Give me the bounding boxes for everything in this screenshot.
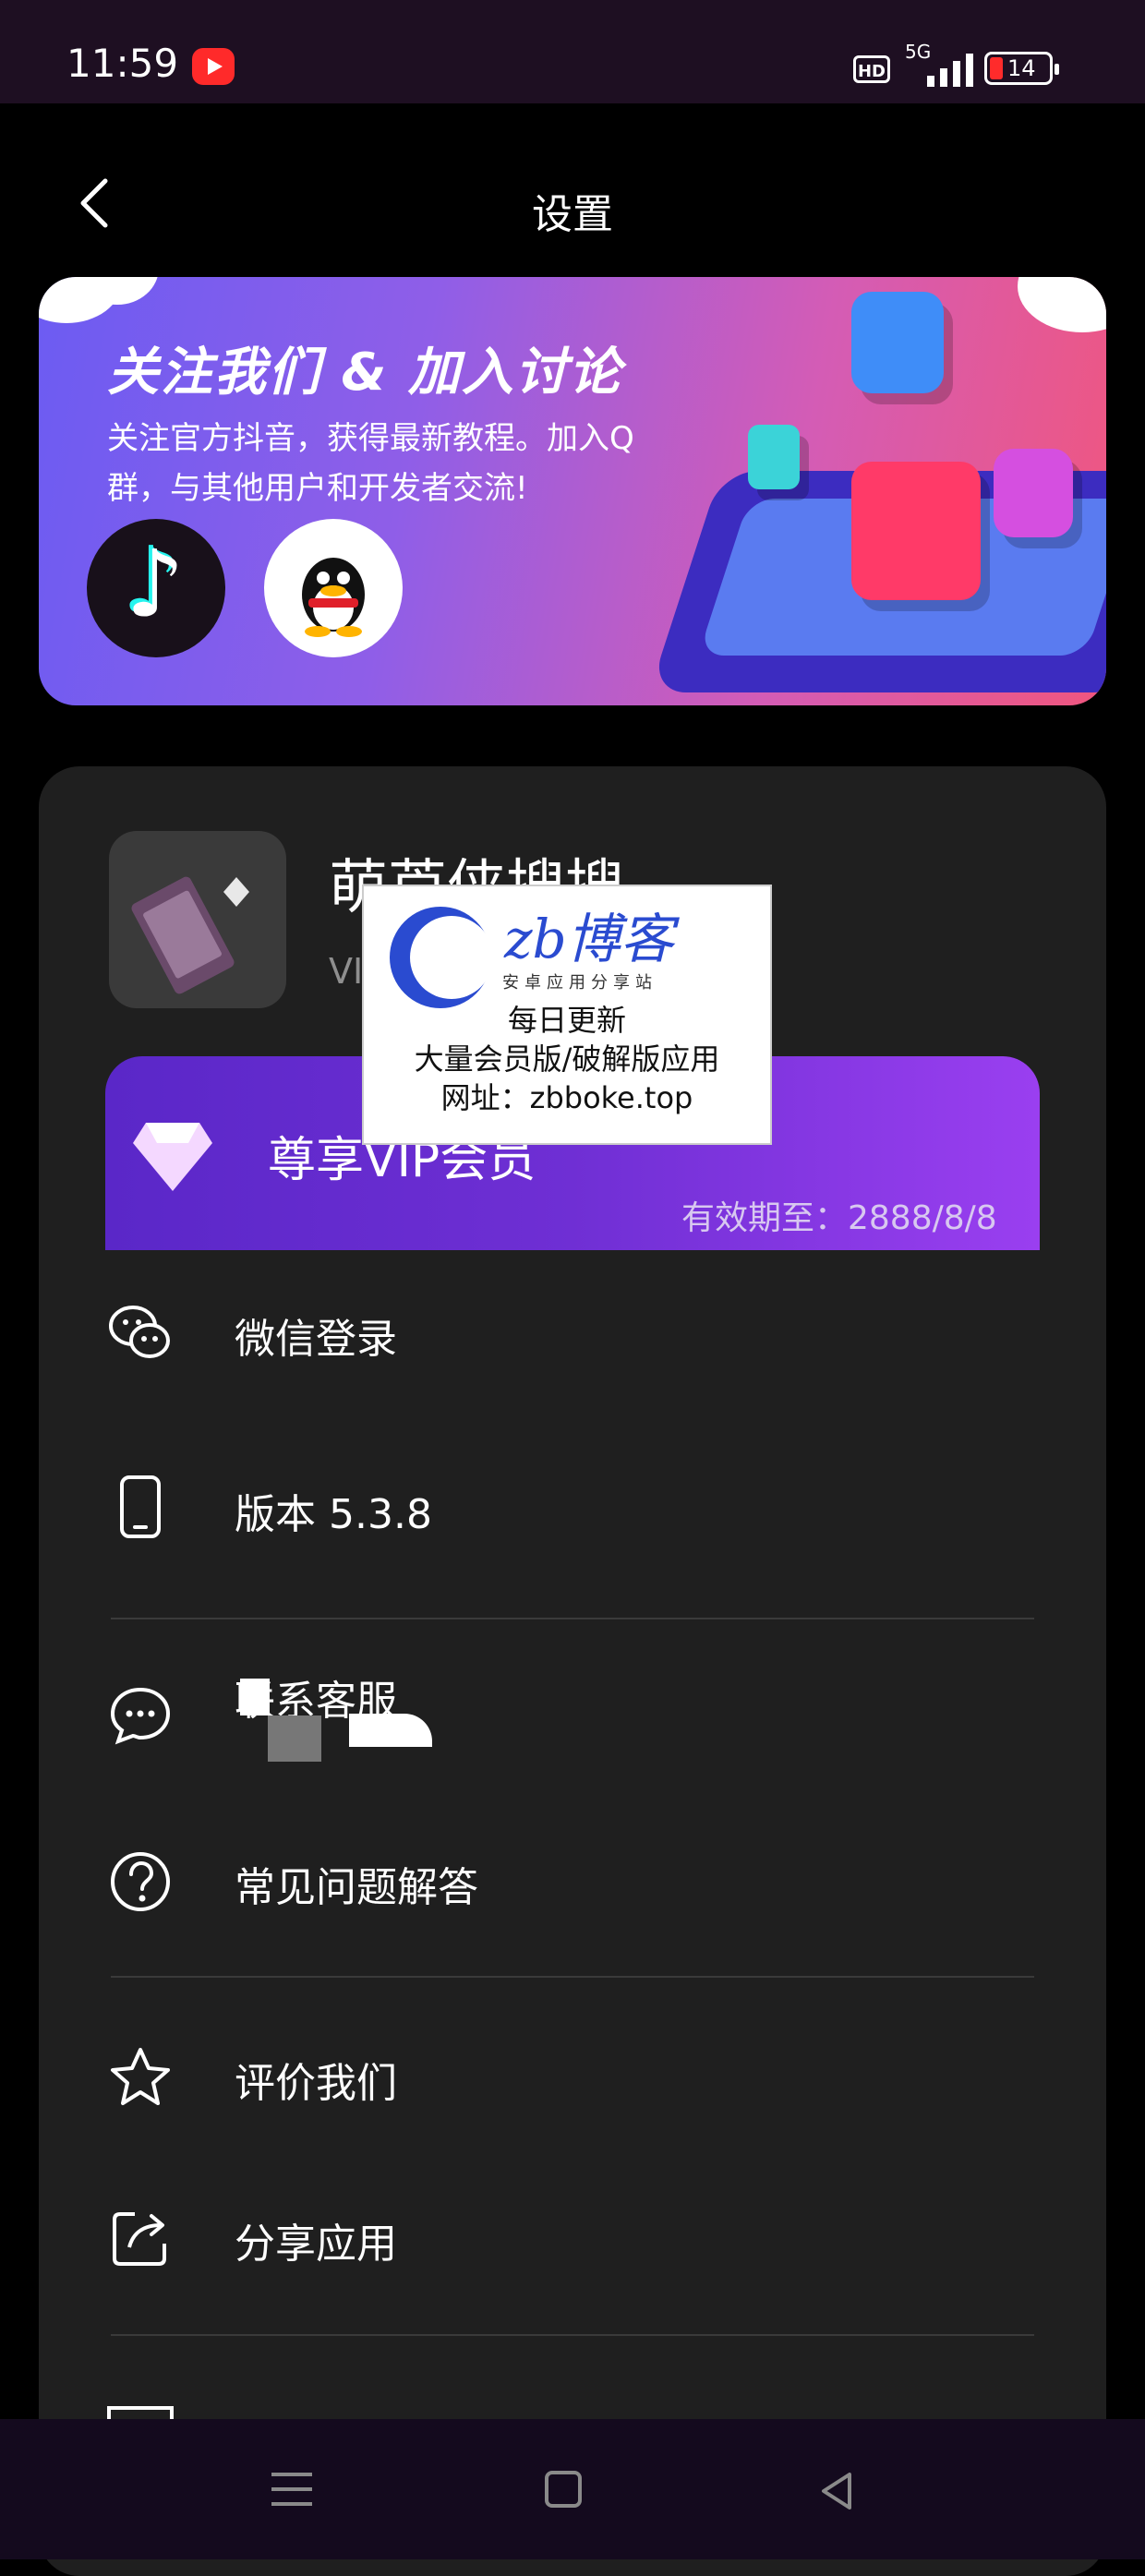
vip-expiry: 有效期至：2888/8/8 — [681, 1199, 997, 1237]
recent-apps-icon[interactable] — [271, 2471, 312, 2508]
chat-bubble-icon — [110, 1687, 171, 1745]
douyin-icon[interactable] — [87, 519, 225, 657]
play-cube-icon — [994, 449, 1073, 537]
phone-icon — [120, 1475, 161, 1538]
battery-icon: 14 — [984, 52, 1059, 85]
watermark-overlay: zb博客 安卓应用分享站 每日更新 大量会员版/破解版应用 网址：zbboke.… — [362, 885, 772, 1145]
video-app-notification-icon — [192, 48, 235, 85]
signal-icon — [914, 54, 973, 87]
divider — [111, 2334, 1034, 2336]
help-icon — [111, 1852, 170, 1911]
watermark-line-2: 大量会员版/破解版应用 — [414, 1041, 720, 1077]
watermark-tagline: 安卓应用分享站 — [502, 973, 657, 993]
qq-icon[interactable] — [264, 519, 403, 657]
partial-menu-icon — [107, 2406, 174, 2419]
star-icon — [111, 2048, 170, 2105]
follow-us-banner[interactable]: 关注我们 & 加入讨论 关注官方抖音，获得最新教程。加入Q群，与其他用户和开发者… — [39, 277, 1106, 705]
home-icon[interactable] — [545, 2471, 582, 2508]
banner-description: 关注官方抖音，获得最新教程。加入Q群，与其他用户和开发者交流! — [107, 420, 634, 507]
battery-level: 14 — [1007, 55, 1036, 81]
watermark-brand: zb博客 — [504, 908, 674, 970]
diamond-icon — [133, 1123, 212, 1191]
app-logo — [109, 831, 286, 1008]
hd-icon: HD — [853, 55, 890, 83]
small-cube-icon — [748, 425, 800, 489]
menu-label-wechat-login: 微信登录 — [235, 1316, 397, 1363]
status-bar: 11:59 HD 5G 14 — [0, 0, 1145, 103]
watermark-logo-icon — [390, 907, 493, 1008]
music-cube-icon — [851, 292, 944, 393]
wechat-icon — [109, 1306, 170, 1358]
banner-title: 关注我们 & 加入讨论 — [107, 343, 622, 403]
nav-back-icon[interactable] — [818, 2471, 855, 2511]
watermark-line-3: 网址：zbboke.top — [440, 1080, 693, 1115]
divider — [111, 1976, 1034, 1978]
heart-cube-icon — [851, 462, 981, 600]
menu-label-share-app: 分享应用 — [235, 2221, 397, 2268]
status-time: 11:59 — [66, 41, 179, 86]
share-icon — [113, 2212, 166, 2266]
menu-label-version: 版本 5.3.8 — [235, 1491, 432, 1538]
divider — [111, 1618, 1034, 1619]
menu-label-rate-us: 评价我们 — [235, 2060, 397, 2107]
app-subtitle: VI — [329, 951, 364, 992]
page-title: 设置 — [532, 191, 613, 238]
menu-label-faq: 常见问题解答 — [235, 1864, 478, 1911]
watermark-line-1: 每日更新 — [507, 1003, 626, 1038]
